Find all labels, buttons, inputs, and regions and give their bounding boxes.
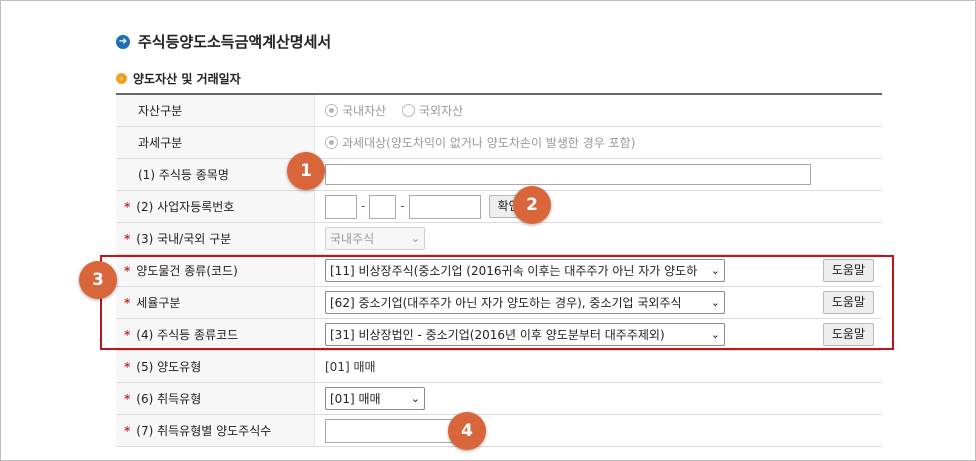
business-number-part2[interactable] [369,194,397,219]
required-mark: * [124,200,131,214]
acquisition-type-select[interactable]: [01] 매매 ⌄ [325,387,425,410]
radio-domestic-asset[interactable]: 국내자산 [325,102,386,119]
row-asset-type: 자산구분 국내자산 국외자산 [116,94,882,127]
row-business-number: * (2) 사업자등록번호 -- 확인 [116,190,882,223]
domestic-foreign-select[interactable]: 국내주식 ⌄ [325,227,425,250]
business-number-label: (2) 사업자등록번호 [136,200,235,214]
step-badge-2: 2 [513,186,551,224]
radio-checked-icon [325,103,338,117]
stock-name-input[interactable] [325,164,811,185]
arrow-right-icon: ➜ [116,34,130,49]
required-mark: * [124,232,131,246]
row-tax-type: 과세구분 과세대상(양도차익이 없거나 양도차손이 발생한 경우 포함) [116,126,882,159]
asset-type-label: 자산구분 [138,104,183,118]
row-acquisition-type: * (6) 취득유형 [01] 매매 ⌄ [116,382,882,415]
radio-checked-icon [325,135,338,149]
row-stock-name: (1) 주식등 종목명 [116,158,882,191]
radio-foreign-asset[interactable]: 국외자산 [402,102,463,119]
row-domestic-foreign: * (3) 국내/국외 구분 국내주식 ⌄ [116,222,882,255]
chevron-right-icon: › [116,73,127,84]
page-title: ➜ 주식등양도소득금액계산명세서 [116,31,331,52]
step-badge-1: 1 [287,152,325,190]
business-number-part1[interactable] [325,194,357,219]
radio-unchecked-icon [402,103,415,117]
transfer-type-value: [01] 매매 [325,360,376,374]
step-badge-3: 3 [79,261,117,299]
tax-type-label: 과세구분 [138,136,183,150]
share-count-input[interactable] [325,418,455,443]
acquisition-type-label: (6) 취득유형 [136,392,202,406]
required-mark: * [124,360,131,374]
row-transfer-type: * (5) 양도유형 [01] 매매 [116,350,882,383]
section-title: › 양도자산 및 거래일자 [116,70,241,87]
domestic-foreign-label: (3) 국내/국외 구분 [136,232,232,246]
chevron-down-icon: ⌄ [410,232,420,245]
share-count-label: (7) 취득유형별 양도주식수 [136,424,272,438]
row-share-count: * (7) 취득유형별 양도주식수 [116,414,882,447]
transfer-type-label: (5) 양도유형 [136,360,202,374]
required-mark: * [124,392,131,406]
highlight-box [100,255,894,350]
chevron-down-icon: ⌄ [410,392,420,405]
stock-name-label: (1) 주식등 종목명 [138,168,229,182]
business-number-part3[interactable] [408,194,481,219]
radio-taxable[interactable]: 과세대상(양도차익이 없거나 양도차손이 발생한 경우 포함) [325,134,635,151]
required-mark: * [124,424,131,438]
step-badge-4: 4 [448,412,486,450]
